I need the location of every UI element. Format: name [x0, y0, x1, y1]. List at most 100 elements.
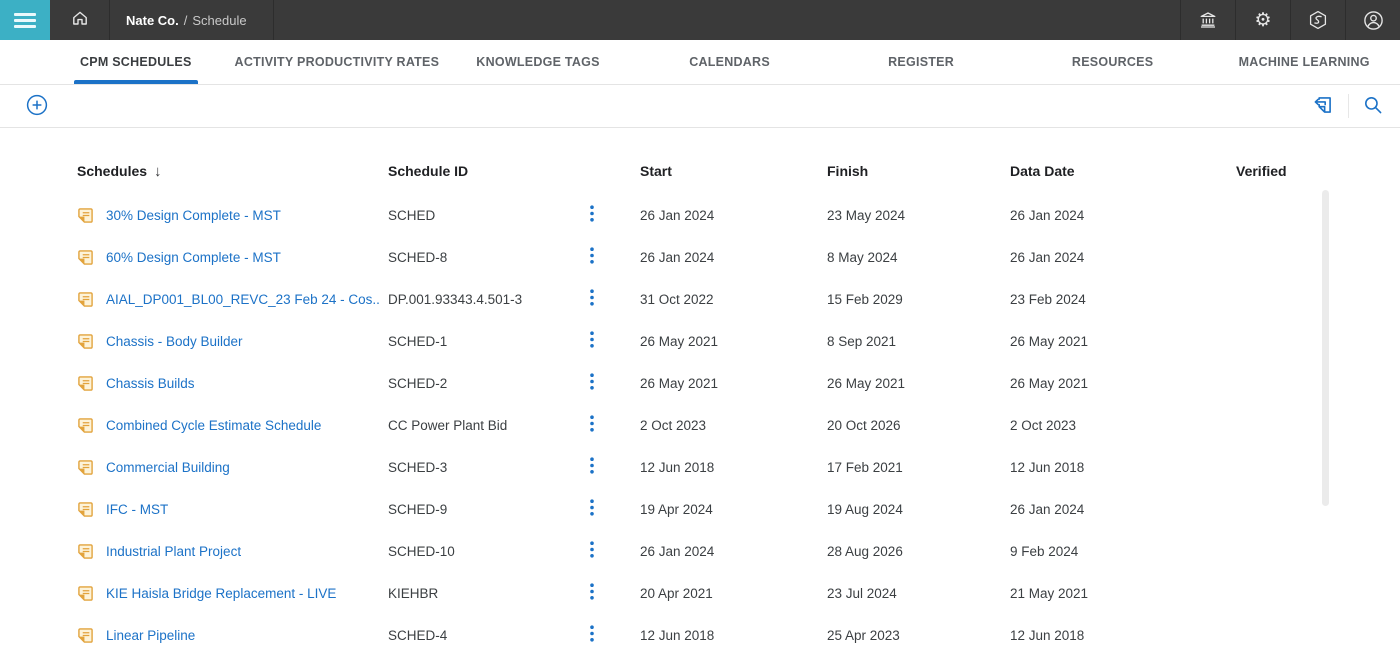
start-date-cell: 12 Jun 2018 — [640, 460, 827, 475]
data-date-cell: 26 Jan 2024 — [1010, 250, 1236, 265]
finish-date-cell: 8 Sep 2021 — [827, 334, 1010, 349]
hamburger-menu-button[interactable] — [0, 0, 50, 40]
schedule-id-cell: SCHED-4 — [388, 628, 588, 643]
schedule-id-cell: SCHED-9 — [388, 502, 588, 517]
schedule-name-link[interactable]: Linear Pipeline — [106, 628, 195, 643]
schedules-table: Schedules ↓ Schedule ID Start Finish Dat… — [0, 128, 1400, 656]
column-header-finish: Finish — [827, 163, 1010, 179]
table-row: 30% Design Complete - MST SCHED 26 Jan 2… — [77, 194, 1400, 236]
data-date-cell: 12 Jun 2018 — [1010, 460, 1236, 475]
row-menu-button[interactable] — [588, 415, 640, 435]
breadcrumb-separator: / — [184, 13, 188, 28]
kebab-icon — [590, 205, 594, 225]
schedule-note-icon — [77, 459, 94, 476]
row-menu-button[interactable] — [588, 289, 640, 309]
schedule-name-link[interactable]: 60% Design Complete - MST — [106, 250, 281, 265]
start-date-cell: 26 May 2021 — [640, 334, 827, 349]
schedule-id-cell: KIEHBR — [388, 586, 588, 601]
column-header-data-date: Data Date — [1010, 163, 1236, 179]
import-schedule-icon — [1311, 93, 1335, 120]
schedule-name-link[interactable]: Chassis Builds — [106, 376, 195, 391]
row-menu-button[interactable] — [588, 625, 640, 645]
module-tabbar: CPM SCHEDULESACTIVITY PRODUCTIVITY RATES… — [0, 40, 1400, 85]
kebab-icon — [590, 289, 594, 309]
finish-date-cell: 28 Aug 2026 — [827, 544, 1010, 559]
vertical-scrollbar-thumb[interactable] — [1322, 190, 1329, 506]
schedule-id-cell: CC Power Plant Bid — [388, 418, 588, 433]
finish-date-cell: 26 May 2021 — [827, 376, 1010, 391]
finish-date-cell: 8 May 2024 — [827, 250, 1010, 265]
search-icon — [1362, 94, 1384, 119]
hexagon-logo-icon — [1308, 10, 1328, 30]
schedule-id-cell: DP.001.93343.4.501-3 — [388, 292, 588, 307]
topbar-spacer — [274, 0, 1180, 40]
account-circle-icon — [1363, 10, 1384, 31]
start-date-cell: 26 Jan 2024 — [640, 250, 827, 265]
kebab-icon — [590, 457, 594, 477]
breadcrumb-company[interactable]: Nate Co. — [126, 13, 179, 28]
finish-date-cell: 19 Aug 2024 — [827, 502, 1010, 517]
kebab-icon — [590, 247, 594, 267]
tab-knowledge-tags[interactable]: KNOWLEDGE TAGS — [442, 40, 634, 84]
schedule-note-icon — [77, 543, 94, 560]
schedule-name-link[interactable]: KIE Haisla Bridge Replacement - LIVE — [106, 586, 336, 601]
column-header-start: Start — [640, 163, 827, 179]
data-date-cell: 26 May 2021 — [1010, 334, 1236, 349]
organization-button[interactable] — [1180, 0, 1235, 40]
schedule-name-link[interactable]: 30% Design Complete - MST — [106, 208, 281, 223]
table-row: Combined Cycle Estimate Schedule CC Powe… — [77, 404, 1400, 446]
start-date-cell: 20 Apr 2021 — [640, 586, 827, 601]
schedule-id-cell: SCHED-1 — [388, 334, 588, 349]
schedule-name-link[interactable]: Combined Cycle Estimate Schedule — [106, 418, 321, 433]
column-header-schedule-id: Schedule ID — [388, 163, 588, 179]
table-row: Chassis - Body Builder SCHED-1 26 May 20… — [77, 320, 1400, 362]
search-button[interactable] — [1362, 94, 1384, 119]
finish-date-cell: 23 Jul 2024 — [827, 586, 1010, 601]
tab-resources[interactable]: RESOURCES — [1017, 40, 1209, 84]
finish-date-cell: 25 Apr 2023 — [827, 628, 1010, 643]
row-menu-button[interactable] — [588, 499, 640, 519]
breadcrumb-page: Schedule — [192, 13, 246, 28]
table-body: 30% Design Complete - MST SCHED 26 Jan 2… — [77, 194, 1400, 656]
row-menu-button[interactable] — [588, 205, 640, 225]
import-schedule-button[interactable] — [1311, 93, 1335, 120]
row-menu-button[interactable] — [588, 373, 640, 393]
row-menu-button[interactable] — [588, 541, 640, 561]
row-menu-button[interactable] — [588, 331, 640, 351]
account-button[interactable] — [1345, 0, 1400, 40]
tab-activity-productivity-rates[interactable]: ACTIVITY PRODUCTIVITY RATES — [232, 40, 443, 84]
schedule-id-cell: SCHED-8 — [388, 250, 588, 265]
column-header-schedules[interactable]: Schedules ↓ — [77, 163, 388, 180]
row-menu-button[interactable] — [588, 583, 640, 603]
table-row: AIAL_DP001_BL00_REVC_23 Feb 24 - Cos... … — [77, 278, 1400, 320]
start-date-cell: 2 Oct 2023 — [640, 418, 827, 433]
home-button[interactable] — [50, 0, 110, 40]
column-header-verified: Verified — [1236, 163, 1316, 179]
add-circle-icon — [26, 94, 48, 119]
schedule-name-link[interactable]: AIAL_DP001_BL00_REVC_23 Feb 24 - Cos... — [106, 292, 380, 307]
tab-cpm-schedules[interactable]: CPM SCHEDULES — [40, 40, 232, 84]
start-date-cell: 26 May 2021 — [640, 376, 827, 391]
schedule-note-icon — [77, 585, 94, 602]
row-menu-button[interactable] — [588, 247, 640, 267]
data-date-cell: 26 Jan 2024 — [1010, 502, 1236, 517]
schedule-name-link[interactable]: IFC - MST — [106, 502, 168, 517]
table-row: Commercial Building SCHED-3 12 Jun 2018 … — [77, 446, 1400, 488]
data-date-cell: 12 Jun 2018 — [1010, 628, 1236, 643]
tab-calendars[interactable]: CALENDARS — [634, 40, 826, 84]
schedule-name-link[interactable]: Chassis - Body Builder — [106, 334, 243, 349]
schedule-note-icon — [77, 333, 94, 350]
table-row: Chassis Builds SCHED-2 26 May 2021 26 Ma… — [77, 362, 1400, 404]
finish-date-cell: 15 Feb 2029 — [827, 292, 1010, 307]
tab-register[interactable]: REGISTER — [825, 40, 1017, 84]
data-date-cell: 21 May 2021 — [1010, 586, 1236, 601]
kebab-icon — [590, 499, 594, 519]
row-menu-button[interactable] — [588, 457, 640, 477]
schedule-name-link[interactable]: Commercial Building — [106, 460, 230, 475]
sort-desc-icon[interactable]: ↓ — [154, 163, 162, 180]
schedule-name-link[interactable]: Industrial Plant Project — [106, 544, 241, 559]
tab-machine-learning[interactable]: MACHINE LEARNING — [1208, 40, 1400, 84]
settings-button[interactable]: ⚙ — [1235, 0, 1290, 40]
add-schedule-button[interactable] — [26, 94, 48, 119]
app-logo-button[interactable] — [1290, 0, 1345, 40]
